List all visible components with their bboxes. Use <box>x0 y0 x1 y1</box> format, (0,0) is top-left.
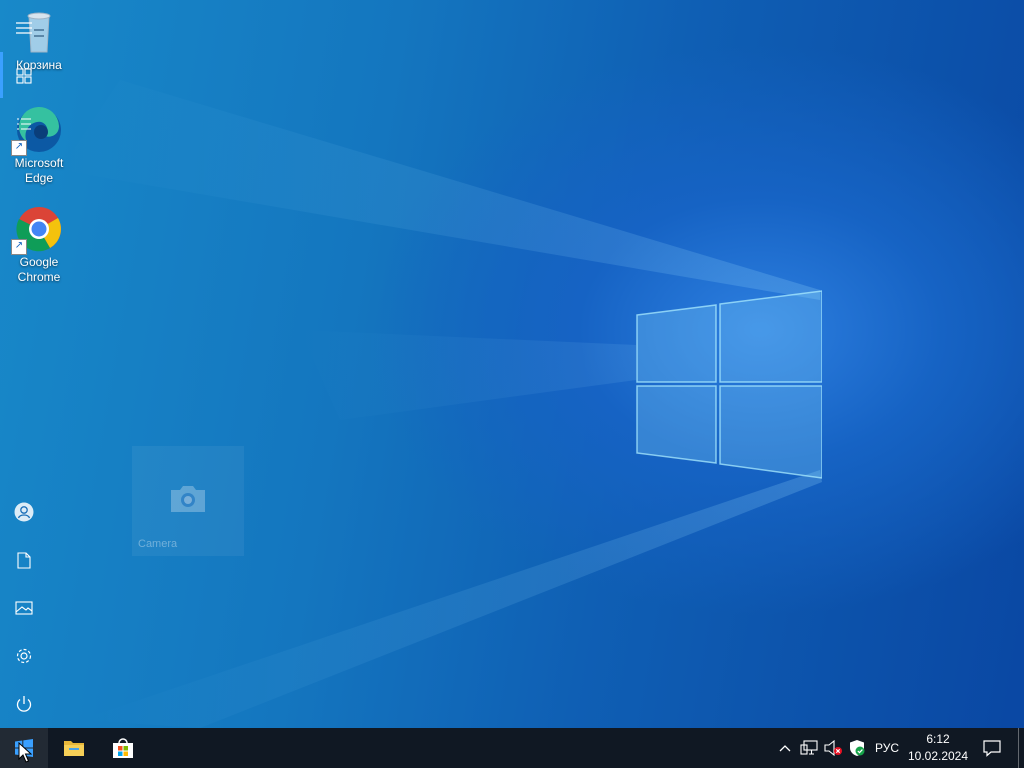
security-icon[interactable] <box>846 728 868 768</box>
file-explorer-icon[interactable] <box>50 728 98 768</box>
tile-label: Camera <box>138 538 178 550</box>
all-apps-icon[interactable] <box>0 104 48 144</box>
microsoft-store-icon[interactable] <box>99 728 147 768</box>
clock-time: 6:12 <box>926 732 950 746</box>
network-icon[interactable] <box>798 728 820 768</box>
taskbar: РУС 6:12 10.02.2024 <box>0 728 1024 768</box>
volume-muted-icon[interactable] <box>822 728 844 768</box>
windows-logo <box>636 290 822 479</box>
start-windows-icon[interactable] <box>0 728 48 768</box>
user-icon[interactable] <box>0 492 48 532</box>
camera-icon <box>168 484 208 519</box>
camera-tile[interactable]: Camera <box>132 446 244 556</box>
documents-icon[interactable] <box>0 540 48 580</box>
settings-icon[interactable] <box>0 636 48 676</box>
mouse-cursor-icon <box>18 742 32 763</box>
show-desktop-button[interactable] <box>1018 728 1019 768</box>
chevron-up-icon[interactable] <box>774 728 796 768</box>
hamburger-icon[interactable] <box>0 8 48 48</box>
language-indicator[interactable]: РУС <box>870 728 904 768</box>
tiles-icon[interactable] <box>0 56 48 96</box>
wallpaper-light-beams <box>60 80 822 728</box>
clock[interactable]: 6:12 10.02.2024 <box>900 728 976 768</box>
start-menu-rail <box>0 0 48 728</box>
clock-date: 10.02.2024 <box>907 749 969 763</box>
pictures-icon[interactable] <box>0 588 48 628</box>
power-icon[interactable] <box>0 684 48 724</box>
notification-icon[interactable] <box>978 728 1006 768</box>
